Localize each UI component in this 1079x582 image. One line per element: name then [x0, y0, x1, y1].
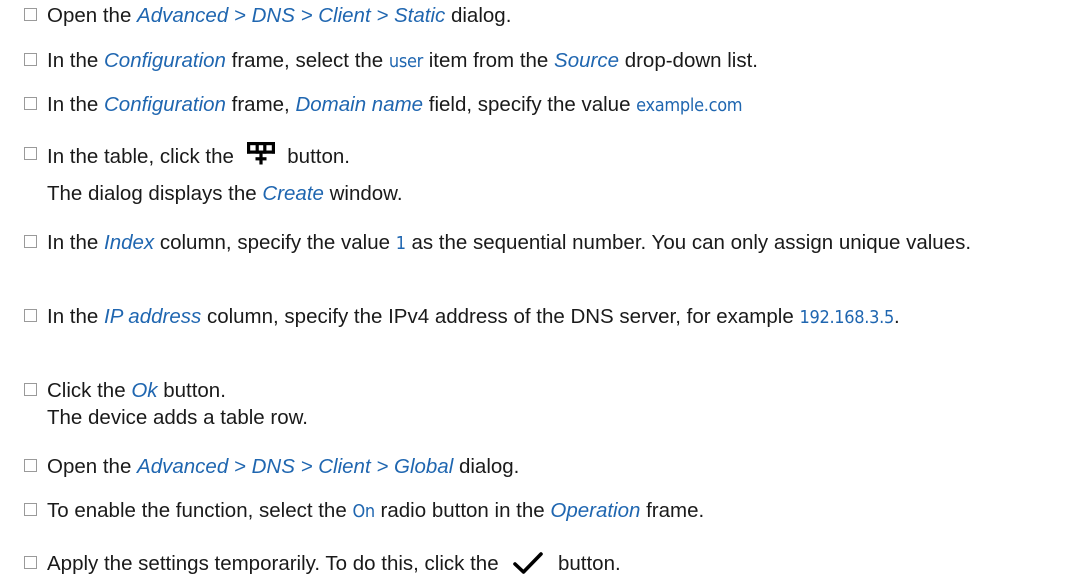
step-text: To enable the function, select the On ra… — [47, 499, 705, 522]
step-result: The device adds a table row. — [47, 406, 308, 429]
step-text: In the table, click the button. The dial… — [47, 141, 1075, 207]
column-name: Index — [104, 231, 155, 254]
step-text: In the Configuration frame, select the u… — [47, 49, 759, 72]
frame-name: Configuration — [104, 49, 226, 72]
step-text: In the Configuration frame, Domain name … — [47, 93, 743, 116]
domain-value: example.com — [636, 95, 743, 116]
step-checkbox[interactable] — [24, 309, 37, 322]
menu-path: Advanced > DNS > Client > Global — [137, 455, 454, 478]
step-1: Open the Advanced > DNS > Client > Stati… — [24, 2, 1075, 29]
step-text: Apply the settings temporarily. To do th… — [47, 552, 621, 575]
step-checkbox[interactable] — [24, 503, 37, 516]
step-7: Click the Ok button. The device adds a t… — [24, 377, 1075, 431]
step-checkbox[interactable] — [24, 235, 37, 248]
step-6: In the IP address column, specify the IP… — [24, 303, 1075, 331]
step-checkbox[interactable] — [24, 97, 37, 110]
step-checkbox[interactable] — [24, 556, 37, 569]
button-name: Ok — [131, 379, 158, 402]
step-10: Apply the settings temporarily. To do th… — [24, 550, 1075, 577]
step-text: Click the Ok button. The device adds a t… — [47, 377, 1075, 431]
checkmark-icon — [513, 552, 544, 574]
step-9: To enable the function, select the On ra… — [24, 497, 1075, 525]
step-checkbox[interactable] — [24, 383, 37, 396]
step-checkbox[interactable] — [24, 459, 37, 472]
frame-name: Configuration — [104, 93, 226, 116]
step-4: In the table, click the button. The dial… — [24, 141, 1075, 207]
dropdown-name: Source — [554, 49, 619, 72]
field-name: Domain name — [295, 93, 424, 116]
step-checkbox[interactable] — [24, 53, 37, 66]
step-3: In the Configuration frame, Domain name … — [24, 91, 1075, 119]
step-text: In the IP address column, specify the IP… — [47, 305, 900, 328]
ip-value: 192.168.3.5 — [799, 307, 894, 328]
step-text: Open the Advanced > DNS > Client > Stati… — [47, 4, 512, 27]
column-name: IP address — [104, 305, 202, 328]
step-result: The dialog displays the Create window. — [47, 182, 403, 205]
step-5: In the Index column, specify the value 1… — [24, 229, 1075, 257]
table-add-row-icon — [246, 142, 275, 165]
radio-value: On — [352, 501, 375, 522]
step-checkbox[interactable] — [24, 147, 37, 160]
item-value: user — [388, 51, 424, 72]
index-value: 1 — [395, 233, 406, 254]
step-checkbox[interactable] — [24, 8, 37, 21]
step-text: Open the Advanced > DNS > Client > Globa… — [47, 455, 520, 478]
step-text: In the Index column, specify the value 1… — [47, 231, 972, 254]
menu-path: Advanced > DNS > Client > Static — [137, 4, 446, 27]
window-name: Create — [262, 182, 324, 205]
step-8: Open the Advanced > DNS > Client > Globa… — [24, 453, 1075, 480]
frame-name: Operation — [550, 499, 641, 522]
step-2: In the Configuration frame, select the u… — [24, 47, 1075, 75]
